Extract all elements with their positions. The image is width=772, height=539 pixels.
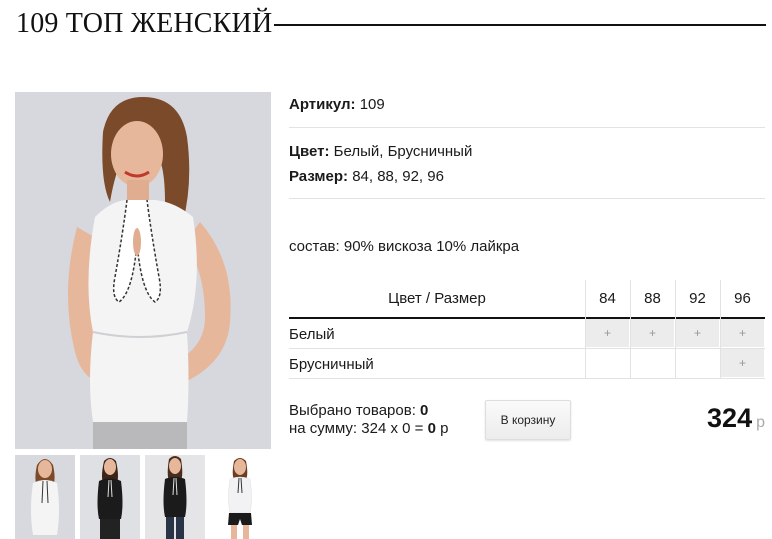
- row-color-label: Белый: [289, 326, 335, 343]
- selected-count: 0: [420, 402, 429, 419]
- divider: [289, 198, 765, 199]
- size-header-88: 88: [644, 290, 661, 307]
- sum-currency: р: [440, 420, 449, 437]
- divider: [289, 127, 765, 128]
- color-value: Белый, Брусничный: [333, 143, 473, 160]
- title-divider: [274, 24, 766, 26]
- size-value: 84, 88, 92, 96: [352, 168, 444, 185]
- price-currency: р: [756, 414, 765, 431]
- sum-line: на сумму: 324 x 0 = 0 р: [289, 420, 448, 437]
- row-divider: [289, 348, 765, 349]
- thumbnail-strip: [15, 455, 271, 539]
- size-header-84: 84: [599, 290, 616, 307]
- thumbnail-black-top-1[interactable]: [80, 455, 140, 539]
- add-white-88-button[interactable]: +: [631, 319, 674, 347]
- thumbnail-white-top-shorts[interactable]: [210, 455, 270, 539]
- add-to-cart-button[interactable]: В корзину: [485, 400, 571, 440]
- sum-label: на сумму: 324 x 0 =: [289, 420, 424, 437]
- thumbnail-black-top-2[interactable]: [145, 455, 205, 539]
- page-title: 109 ТОП ЖЕНСКИЙ: [16, 8, 273, 39]
- add-white-92-button[interactable]: +: [676, 319, 719, 347]
- color-line: Цвет: Белый, Брусничный: [289, 143, 472, 160]
- main-product-photo[interactable]: [15, 92, 271, 449]
- table-header: Цвет / Размер 84 88 92 96: [289, 280, 765, 319]
- add-berry-96-button[interactable]: +: [721, 349, 764, 377]
- color-label: Цвет:: [289, 143, 330, 160]
- row-color-label: Брусничный: [289, 356, 374, 373]
- model-illustration: [15, 92, 271, 449]
- composition-text: состав: 90% вискоза 10% лайкра: [289, 238, 520, 255]
- size-line: Размер: 84, 88, 92, 96: [289, 168, 444, 185]
- add-white-96-button[interactable]: +: [721, 319, 764, 347]
- thumbnail-white-top[interactable]: [15, 455, 75, 539]
- article-label: Артикул:: [289, 96, 356, 113]
- add-white-84-button[interactable]: +: [586, 319, 629, 347]
- selected-label: Выбрано товаров:: [289, 402, 416, 419]
- size-header-96: 96: [734, 290, 751, 307]
- size-label: Размер:: [289, 168, 349, 185]
- size-header-92: 92: [689, 290, 706, 307]
- table-header-label: Цвет / Размер: [388, 290, 486, 307]
- sum-value: 0: [427, 420, 436, 437]
- price-display: 324 р: [707, 403, 765, 434]
- article-line: Артикул: 109: [289, 96, 385, 113]
- selected-count-line: Выбрано товаров: 0: [289, 402, 428, 419]
- title-row: 109 ТОП ЖЕНСКИЙ: [16, 6, 766, 42]
- price-value: 324: [707, 403, 753, 433]
- article-value: 109: [359, 96, 385, 113]
- row-divider: [289, 378, 765, 379]
